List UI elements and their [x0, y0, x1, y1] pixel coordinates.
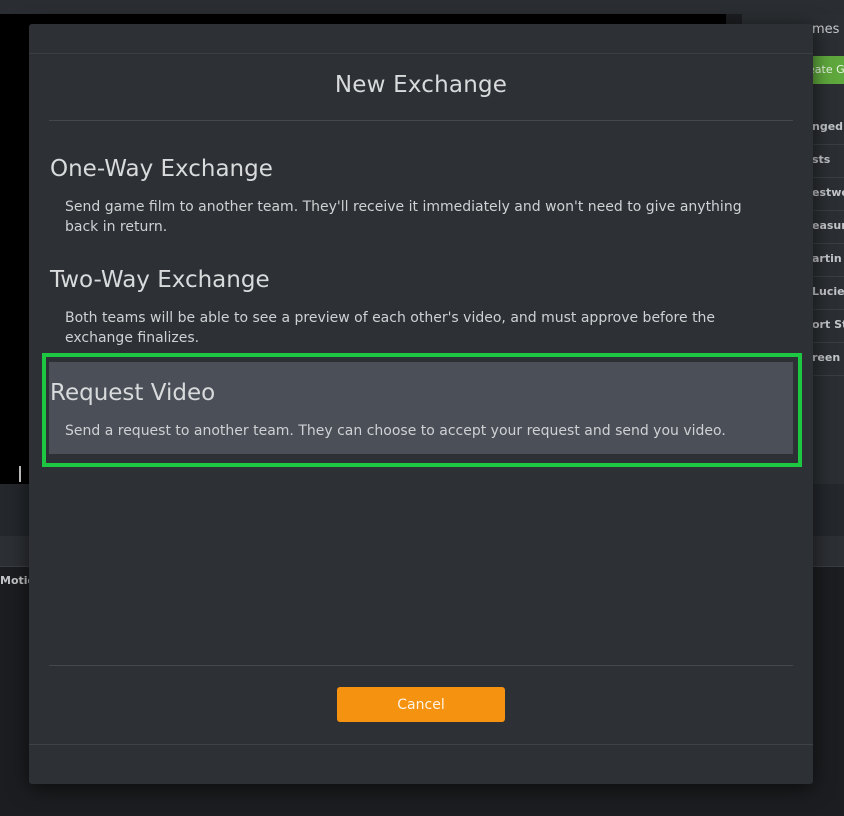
option-title: One-Way Exchange	[50, 156, 273, 182]
list-item[interactable]: easur	[812, 211, 844, 244]
background-top-bar	[0, 0, 844, 14]
two-way-exchange-option[interactable]: Two-Way Exchange Both teams will be able…	[49, 267, 793, 351]
one-way-exchange-option[interactable]: One-Way Exchange Send game film to anoth…	[49, 156, 793, 240]
request-video-option[interactable]: Request Video Send a request to another …	[49, 362, 793, 454]
dialog-footer-divider	[29, 744, 813, 745]
option-title: Request Video	[50, 380, 216, 406]
title-divider	[49, 120, 793, 121]
option-title: Two-Way Exchange	[50, 267, 270, 293]
option-description: Both teams will be able to see a preview…	[65, 310, 716, 346]
list-item[interactable]: estwo	[812, 178, 844, 211]
list-item[interactable]: sts	[812, 145, 844, 178]
games-panel-title: mes	[812, 22, 840, 37]
games-list: nged sts estwo easur artin C Lucie ort S…	[812, 112, 844, 376]
option-description: Send a request to another team. They can…	[65, 423, 726, 439]
list-item[interactable]: Lucie	[812, 277, 844, 310]
list-item[interactable]: artin C	[812, 244, 844, 277]
new-exchange-dialog: New Exchange One-Way Exchange Send game …	[29, 24, 813, 784]
option-description: Send game film to another team. They'll …	[65, 199, 742, 235]
create-game-button[interactable]: eate G	[808, 56, 844, 84]
playhead-marker	[19, 466, 21, 482]
dialog-title: New Exchange	[334, 72, 508, 98]
cancel-button[interactable]: Cancel	[337, 687, 505, 722]
list-item[interactable]: reen	[812, 343, 844, 376]
list-item[interactable]: ort St	[812, 310, 844, 343]
footer-divider	[49, 665, 793, 666]
list-item[interactable]: nged	[812, 112, 844, 145]
dialog-header-divider	[29, 53, 813, 54]
